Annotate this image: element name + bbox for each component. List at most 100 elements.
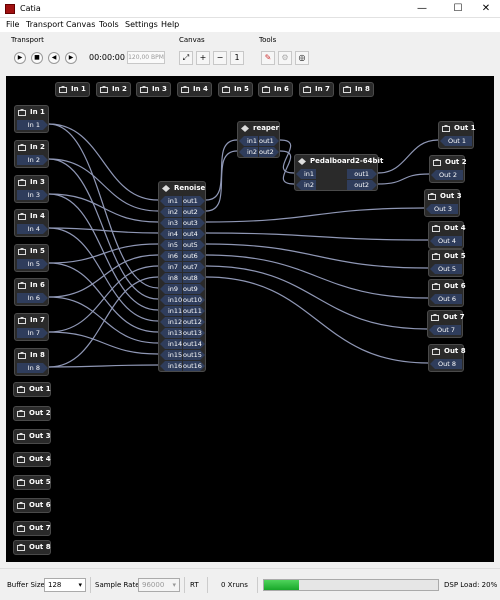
- reaper-input-port[interactable]: in1: [239, 136, 258, 146]
- connection-wire[interactable]: [377, 173, 430, 185]
- capture-node[interactable]: In 5 In 5: [14, 244, 49, 272]
- reaper-node[interactable]: reaper in1 in2 out1 out2: [237, 121, 280, 158]
- xruns-counter[interactable]: 0 Xruns: [221, 581, 248, 589]
- capture-port[interactable]: In 7: [17, 328, 48, 338]
- playback-node[interactable]: Out 5 Out 5: [428, 249, 466, 277]
- playback-node[interactable]: Out 3: [13, 429, 51, 444]
- capture-node[interactable]: In 3 In 3: [14, 175, 49, 203]
- forward-button[interactable]: ▶: [65, 52, 77, 64]
- sample-rate-select[interactable]: 96000 ▾: [138, 578, 180, 592]
- renoise-output-port[interactable]: out12: [183, 317, 205, 327]
- zoom-fit-icon[interactable]: ⤢: [179, 51, 193, 65]
- playback-node[interactable]: Out 6 Out 6: [428, 279, 466, 307]
- top-capture-node[interactable]: In 1: [55, 82, 90, 97]
- renoise-input-port[interactable]: in15: [160, 350, 182, 360]
- pedalboard-input-port[interactable]: in2: [296, 180, 316, 190]
- renoise-output-port[interactable]: out10: [183, 295, 205, 305]
- connection-wire[interactable]: [48, 243, 159, 264]
- renoise-output-port[interactable]: out8: [183, 273, 205, 283]
- stop-button[interactable]: ■: [31, 52, 43, 64]
- connection-wire[interactable]: [48, 254, 159, 298]
- capture-port[interactable]: In 8: [17, 363, 48, 373]
- playback-port[interactable]: Out 3: [426, 204, 458, 214]
- connection-wire[interactable]: [205, 254, 429, 299]
- menu-help[interactable]: Help: [161, 20, 179, 29]
- top-capture-node[interactable]: In 7: [299, 82, 334, 97]
- renoise-input-port[interactable]: in4: [160, 229, 182, 239]
- renoise-input-port[interactable]: in12: [160, 317, 182, 327]
- renoise-output-port[interactable]: out1: [183, 196, 205, 206]
- renoise-output-port[interactable]: out16: [183, 361, 205, 371]
- playback-port[interactable]: Out 4: [430, 236, 462, 246]
- capture-port[interactable]: In 2: [17, 155, 48, 165]
- connection-wire[interactable]: [48, 227, 159, 322]
- close-button[interactable]: ✕: [471, 0, 500, 18]
- renoise-input-port[interactable]: in7: [160, 262, 182, 272]
- playback-port[interactable]: Out 8: [430, 359, 462, 369]
- renoise-output-port[interactable]: out11: [183, 306, 205, 316]
- maximize-button[interactable]: ☐: [443, 0, 473, 18]
- menu-tools[interactable]: Tools: [99, 20, 119, 29]
- rewind-button[interactable]: ◀: [48, 52, 60, 64]
- pedalboard-output-port[interactable]: out2: [347, 180, 377, 190]
- capture-node[interactable]: In 1 In 1: [14, 105, 49, 133]
- renoise-input-port[interactable]: in16: [160, 361, 182, 371]
- playback-port[interactable]: Out 1: [440, 136, 472, 146]
- patchbay-canvas[interactable]: In 1 In 2 In 3 In 4 In 5 In 6 In 7 In 8 In 1 In 1…: [6, 76, 494, 562]
- capture-node[interactable]: In 6 In 6: [14, 278, 49, 306]
- renoise-output-port[interactable]: out2: [183, 207, 205, 217]
- top-capture-node[interactable]: In 3: [136, 82, 171, 97]
- zoom-out-icon[interactable]: −: [213, 51, 227, 65]
- renoise-output-port[interactable]: out13: [183, 328, 205, 338]
- connection-wire[interactable]: [205, 276, 429, 364]
- capture-node[interactable]: In 7 In 7: [14, 313, 49, 341]
- capture-port[interactable]: In 1: [17, 120, 48, 130]
- capture-port[interactable]: In 4: [17, 224, 48, 234]
- connection-wire[interactable]: [48, 296, 159, 344]
- renoise-output-port[interactable]: out7: [183, 262, 205, 272]
- top-capture-node[interactable]: In 6: [258, 82, 293, 97]
- connection-wire[interactable]: [48, 364, 159, 368]
- renoise-input-port[interactable]: in3: [160, 218, 182, 228]
- reaper-input-port[interactable]: in2: [239, 147, 258, 157]
- menu-file[interactable]: File: [6, 20, 19, 29]
- playback-port[interactable]: Out 6: [430, 294, 462, 304]
- capture-node[interactable]: In 8 In 8: [14, 348, 49, 376]
- connection-wire[interactable]: [48, 123, 159, 289]
- top-capture-node[interactable]: In 4: [177, 82, 212, 97]
- playback-node[interactable]: Out 2: [13, 406, 51, 421]
- connection-wire[interactable]: [48, 193, 159, 311]
- playback-node[interactable]: Out 4 Out 4: [428, 221, 466, 249]
- renoise-input-port[interactable]: in14: [160, 339, 182, 349]
- top-capture-node[interactable]: In 5: [218, 82, 253, 97]
- render-tool-icon[interactable]: ◎: [295, 51, 309, 65]
- buffer-size-select[interactable]: 128 ▾: [44, 578, 86, 592]
- zoom-reset-icon[interactable]: 1: [230, 51, 244, 65]
- playback-node[interactable]: Out 1 Out 1: [438, 121, 476, 149]
- pedalboard-output-port[interactable]: out1: [347, 169, 377, 179]
- capture-port[interactable]: In 5: [17, 259, 48, 269]
- playback-port[interactable]: Out 7: [429, 325, 461, 335]
- patch-tool-icon[interactable]: ⚙: [278, 51, 292, 65]
- playback-node[interactable]: Out 7: [13, 521, 51, 536]
- renoise-input-port[interactable]: in6: [160, 251, 182, 261]
- playback-port[interactable]: Out 5: [430, 264, 462, 274]
- minimize-button[interactable]: —: [407, 0, 437, 18]
- renoise-input-port[interactable]: in11: [160, 306, 182, 316]
- playback-node[interactable]: Out 3 Out 3: [424, 189, 462, 217]
- renoise-input-port[interactable]: in9: [160, 284, 182, 294]
- renoise-input-port[interactable]: in13: [160, 328, 182, 338]
- pedalboard-node[interactable]: Pedalboard2-64bit in1 in2 out1 out2: [294, 154, 383, 191]
- playback-node[interactable]: Out 7 Out 7: [427, 310, 465, 338]
- pedalboard-input-port[interactable]: in1: [296, 169, 316, 179]
- capture-port[interactable]: In 6: [17, 293, 48, 303]
- top-capture-node[interactable]: In 2: [96, 82, 131, 97]
- playback-node[interactable]: Out 2 Out 2: [429, 155, 467, 183]
- renoise-input-port[interactable]: in2: [160, 207, 182, 217]
- renoise-input-port[interactable]: in8: [160, 273, 182, 283]
- renoise-output-port[interactable]: out14: [183, 339, 205, 349]
- connection-wire[interactable]: [48, 331, 159, 355]
- renoise-input-port[interactable]: in1: [160, 196, 182, 206]
- renoise-input-port[interactable]: in5: [160, 240, 182, 250]
- menu-transport[interactable]: Transport: [26, 20, 64, 29]
